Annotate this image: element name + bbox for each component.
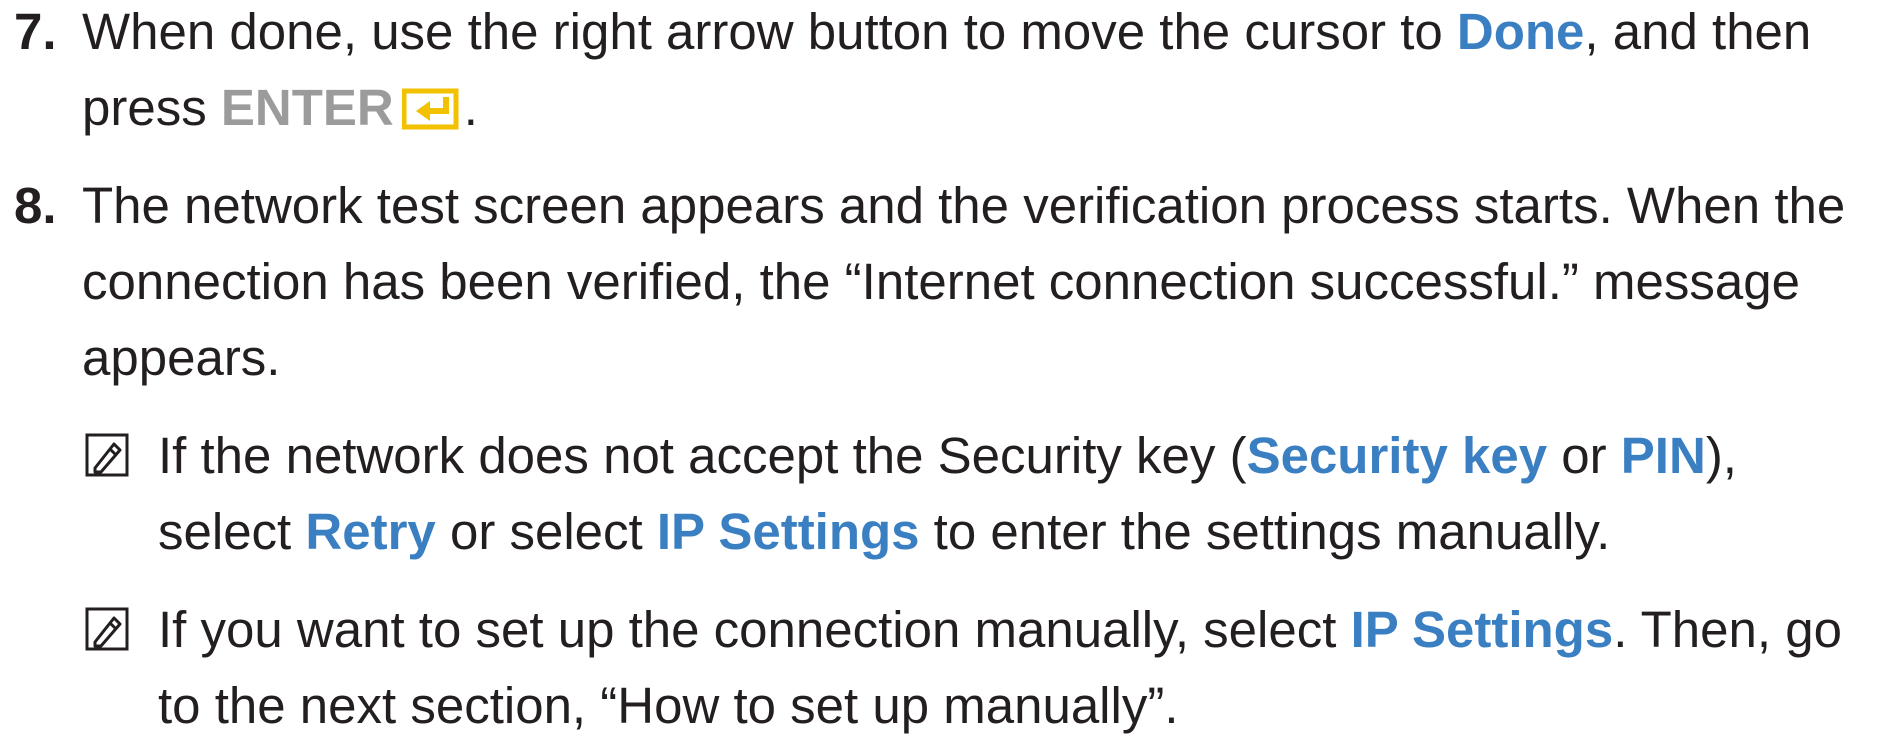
step-text: When done, use the right arrow button to…: [82, 3, 1457, 60]
note-text: If you want to set up the connection man…: [158, 601, 1351, 658]
note-icon: [85, 433, 129, 477]
security-key-label: Security key: [1246, 427, 1548, 484]
done-label: Done: [1456, 3, 1585, 60]
instruction-document: 7. When done, use the right arrow button…: [0, 0, 1897, 744]
step-number: 8.: [14, 177, 57, 234]
step-7: 7. When done, use the right arrow button…: [0, 0, 1897, 146]
note-text: or select: [435, 503, 657, 560]
retry-label: Retry: [305, 503, 436, 560]
note-text: or: [1547, 427, 1621, 484]
step-8: 8. The network test screen appears and t…: [0, 168, 1897, 396]
note-2: If you want to set up the connection man…: [0, 592, 1897, 744]
note-icon: [85, 607, 129, 651]
step-number: 7.: [14, 3, 57, 60]
step-text: .: [463, 79, 478, 136]
note-1: If the network does not accept the Secur…: [0, 418, 1897, 570]
note-text: to enter the settings manually.: [919, 503, 1611, 560]
step-text: The network test screen appears and the …: [82, 177, 1846, 386]
enter-icon: [401, 88, 459, 130]
note-text: If the network does not accept the Secur…: [158, 427, 1247, 484]
pin-label: PIN: [1620, 427, 1706, 484]
enter-label: ENTER: [220, 79, 394, 136]
ip-settings-label: IP Settings: [1350, 601, 1614, 658]
ip-settings-label: IP Settings: [656, 503, 920, 560]
